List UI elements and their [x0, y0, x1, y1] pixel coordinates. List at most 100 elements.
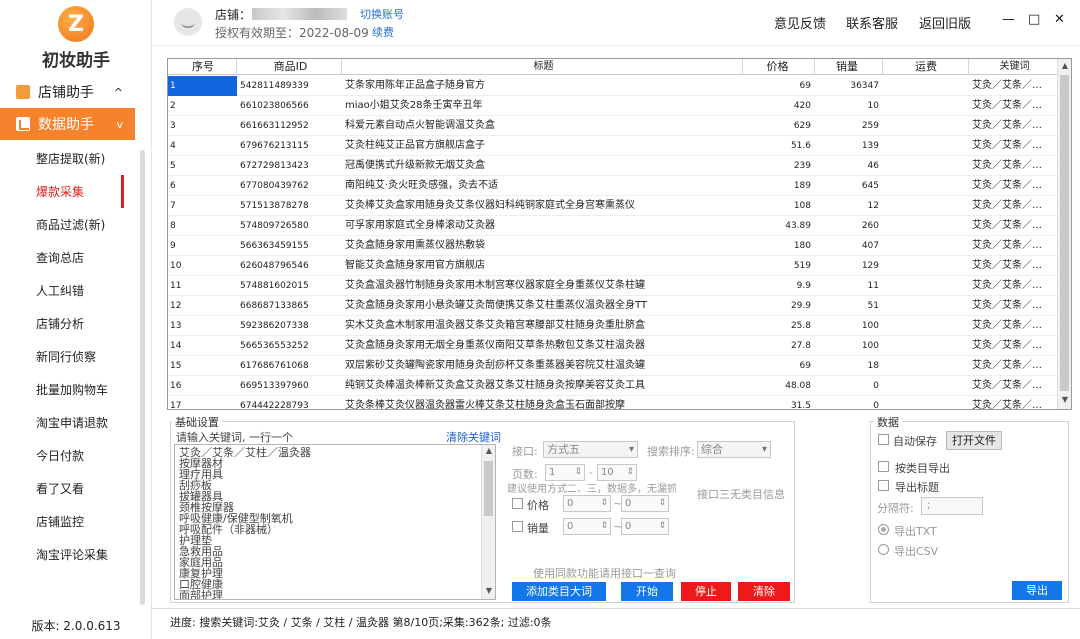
cell-title[interactable]: 艾灸盒随身灸家用小悬灸罐艾灸筒便携艾条艾柱重蒸仪温灸器全身TT [343, 296, 743, 316]
cell-sales[interactable]: 12 [816, 196, 883, 216]
cell-no[interactable]: 7 [168, 196, 237, 216]
table-row[interactable]: 13 592386207338 实木艾灸盒木制家用温灸器艾条艾灸箱宫寒腰部艾柱随身灸… [168, 316, 1058, 336]
stop-button[interactable]: 停止 [681, 582, 731, 601]
table-row[interactable]: 1 542811489339 艾条家用陈年正品盒子随身官方 69 36347 艾灸／艾条／… [168, 76, 1058, 96]
nav-group-shop[interactable]: 店铺助手 ^ [0, 76, 135, 108]
cell-no[interactable]: 11 [168, 276, 237, 296]
sidebar-item-manual-fix[interactable]: 人工纠错 [0, 274, 122, 307]
col-header-no[interactable]: 序号 [168, 59, 237, 75]
cell-sales[interactable]: 100 [816, 336, 883, 356]
sidebar-item-competitor-scout[interactable]: 新同行侦察 [0, 340, 122, 373]
col-header-price[interactable]: 价格 [745, 59, 815, 75]
cell-keyword[interactable]: 艾灸／艾条／… [970, 116, 1058, 136]
cell-sales[interactable]: 51 [816, 296, 883, 316]
grid-scrollbar[interactable]: ▲ ▼ [1057, 59, 1071, 409]
feedback-link[interactable]: 意见反馈 [774, 13, 826, 32]
contact-support-link[interactable]: 联系客服 [846, 13, 898, 32]
close-icon[interactable]: ✕ [1054, 12, 1065, 27]
scroll-down-icon[interactable]: ▼ [1058, 395, 1071, 404]
cell-shipping[interactable] [884, 376, 969, 396]
cell-shipping[interactable] [884, 336, 969, 356]
cell-keyword[interactable]: 艾灸／艾条／… [970, 316, 1058, 336]
cell-price[interactable]: 180 [745, 236, 815, 256]
cell-no[interactable]: 4 [168, 136, 237, 156]
cell-shipping[interactable] [884, 296, 969, 316]
col-header-id[interactable]: 商品ID [238, 59, 342, 75]
cell-title[interactable]: 艾条家用陈年正品盒子随身官方 [343, 76, 743, 96]
switch-account-link[interactable]: 切换账号 [360, 6, 404, 22]
cell-price[interactable]: 9.9 [745, 276, 815, 296]
cell-title[interactable]: 双层紫砂艾灸罐陶瓷家用随身灸刮痧杯艾条重蒸器美容院艾柱温灸罐 [343, 356, 743, 376]
cell-shipping[interactable] [884, 136, 969, 156]
sales-checkbox[interactable] [512, 521, 523, 532]
cell-title[interactable]: 艾灸柱纯艾正品官方旗舰店盒子 [343, 136, 743, 156]
page-to-input[interactable]: 10 [597, 464, 637, 481]
cell-no[interactable]: 9 [168, 236, 237, 256]
cell-id[interactable]: 566536553252 [238, 336, 342, 356]
table-row[interactable]: 17 674442228793 艾灸条棒艾灸仪器温灸器雷火棒艾条艾柱随身灸盒玉石面部… [168, 396, 1058, 409]
table-row[interactable]: 2 661023806566 miao小姐艾灸28条壬寅辛丑年 420 10 艾灸／艾条／… [168, 96, 1058, 116]
back-old-version-link[interactable]: 返回旧版 [919, 13, 971, 32]
cell-id[interactable]: 574809726580 [238, 216, 342, 236]
export-txt-radio[interactable] [878, 524, 889, 535]
cell-keyword[interactable]: 艾灸／艾条／… [970, 76, 1058, 96]
start-button[interactable]: 开始 [621, 582, 673, 601]
col-header-sales[interactable]: 销量 [816, 59, 883, 75]
cell-shipping[interactable] [884, 356, 969, 376]
cell-no[interactable]: 8 [168, 216, 237, 236]
cell-keyword[interactable]: 艾灸／艾条／… [970, 176, 1058, 196]
cell-sales[interactable]: 46 [816, 156, 883, 176]
avatar[interactable] [174, 8, 202, 36]
cell-id[interactable]: 626048796546 [238, 256, 342, 276]
col-header-keyword[interactable]: 关键词 [970, 59, 1058, 75]
cell-id[interactable]: 571513878278 [238, 196, 342, 216]
sidebar-item-hot-collect[interactable]: 爆款采集 [0, 175, 124, 208]
sidebar-item-store-monitor[interactable]: 店铺监控 [0, 505, 122, 538]
cell-keyword[interactable]: 艾灸／艾条／… [970, 136, 1058, 156]
cell-shipping[interactable] [884, 256, 969, 276]
cell-price[interactable]: 69 [745, 76, 815, 96]
keyword-scrollbar[interactable]: ▲ ▼ [481, 445, 495, 599]
cell-id[interactable]: 617686761068 [238, 356, 342, 376]
cell-shipping[interactable] [884, 316, 969, 336]
table-row[interactable]: 3 661663112952 科爱元素自动点火智能调温艾灸盒 629 259 艾灸／艾条／… [168, 116, 1058, 136]
cell-shipping[interactable] [884, 276, 969, 296]
cell-price[interactable]: 25.8 [745, 316, 815, 336]
cell-title[interactable]: 纯铜艾灸棒温灸棒新艾灸盒艾灸器艾条艾柱随身灸按摩美容艾灸工具 [343, 376, 743, 396]
cell-sales[interactable]: 11 [816, 276, 883, 296]
cell-shipping[interactable] [884, 196, 969, 216]
cell-shipping[interactable] [884, 236, 969, 256]
cell-sales[interactable]: 100 [816, 316, 883, 336]
cell-price[interactable]: 189 [745, 176, 815, 196]
cell-price[interactable]: 420 [745, 96, 815, 116]
cell-keyword[interactable]: 艾灸／艾条／… [970, 256, 1058, 276]
cell-price[interactable]: 29.9 [745, 296, 815, 316]
price-checkbox[interactable] [512, 498, 523, 509]
cell-keyword[interactable]: 艾灸／艾条／… [970, 296, 1058, 316]
port-select[interactable]: 方式五 [543, 441, 638, 458]
open-file-button[interactable]: 打开文件 [946, 431, 1002, 450]
cell-id[interactable]: 669513397960 [238, 376, 342, 396]
cell-price[interactable]: 43.89 [745, 216, 815, 236]
cell-no[interactable]: 12 [168, 296, 237, 316]
cell-sales[interactable]: 10 [816, 96, 883, 116]
table-row[interactable]: 7 571513878278 艾灸棒艾灸盒家用随身灸艾条仪器妇科纯铜家庭式全身宫寒熏… [168, 196, 1058, 216]
cell-title[interactable]: 艾灸盒温灸器竹制随身灸家用木制宫寒仪器家庭全身重蒸仪艾条柱罐 [343, 276, 743, 296]
table-row[interactable]: 14 566536553252 艾灸盒随身灸家用无烟全身重蒸仪南阳艾草条热敷包艾条艾… [168, 336, 1058, 356]
nav-group-data[interactable]: 数据助手 v [0, 108, 135, 140]
cell-id[interactable]: 542811489339 [238, 76, 342, 96]
cell-sales[interactable]: 36347 [816, 76, 883, 96]
clear-button[interactable]: 清除 [738, 582, 790, 601]
cell-id[interactable]: 566363459155 [238, 236, 342, 256]
cell-title[interactable]: 南阳纯艾·灸火旺灸感强，灸去不适 [343, 176, 743, 196]
cell-no[interactable]: 10 [168, 256, 237, 276]
scroll-up-icon[interactable]: ▲ [1058, 61, 1071, 70]
col-header-shipping[interactable]: 运费 [884, 59, 969, 75]
separator-input[interactable]: ; [921, 497, 983, 515]
result-grid[interactable]: 序号 商品ID 标题 价格 销量 运费 关键词 1 542811489339 艾条家… [167, 58, 1072, 410]
cell-price[interactable]: 108 [745, 196, 815, 216]
cell-no[interactable]: 1 [168, 76, 237, 96]
sidebar-item-store-extract[interactable]: 整店提取(新) [0, 142, 122, 175]
export-button[interactable]: 导出 [1012, 581, 1062, 600]
cell-id[interactable]: 677080439762 [238, 176, 342, 196]
